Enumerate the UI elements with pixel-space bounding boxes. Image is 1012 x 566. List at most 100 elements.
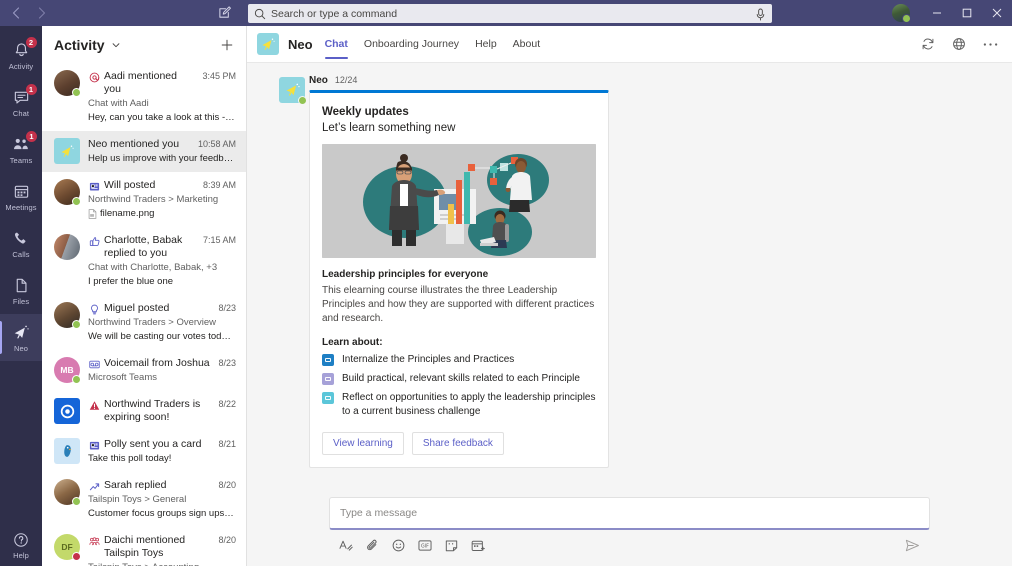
app-title: Neo (288, 36, 313, 52)
rail-label: Teams (9, 155, 33, 165)
list-item[interactable]: Will posted 8:39 AM Northwind Traders > … (42, 172, 246, 227)
rail-item-teams[interactable]: 1 Teams (0, 126, 42, 173)
mention-at-icon (88, 71, 100, 83)
rail-item-chat[interactable]: 1 Chat (0, 79, 42, 126)
course-module-icon (322, 354, 334, 366)
rail-item-meetings[interactable]: Meetings (0, 173, 42, 220)
schedule-meeting-icon[interactable] (471, 539, 485, 552)
rail-item-files[interactable]: Files (0, 267, 42, 314)
adaptive-card: Weekly updates Let’s learn something new (309, 90, 609, 468)
avatar[interactable] (892, 4, 911, 23)
chevron-down-icon[interactable] (111, 40, 121, 50)
list-item[interactable]: Northwind Traders is expiring soon! 8/22 (42, 391, 246, 431)
avatar (54, 398, 80, 424)
message-meta: Neo 12/24 (309, 75, 609, 86)
card-heading: Weekly updates (322, 106, 409, 118)
list-item-time: 8/20 (218, 480, 236, 490)
window-body: 2 Activity 1 Chat 1 Teams Meetings Calls… (0, 26, 1012, 566)
help-circle-icon (13, 530, 29, 549)
microphone-icon[interactable] (755, 8, 766, 20)
list-item[interactable]: Miguel posted 8/23 Northwind Traders > O… (42, 295, 246, 350)
presence-indicator (72, 88, 81, 97)
more-options-icon[interactable] (983, 42, 998, 47)
list-item-subtitle: Chat with Aadi (88, 98, 149, 109)
avatar-initials-text: MB (60, 365, 74, 375)
list-item-subtitle: Northwind Traders > Overview (88, 317, 217, 328)
like-thumb-icon (88, 235, 100, 247)
emoji-icon[interactable] (392, 539, 405, 552)
bullet-text: Reflect on opportunities to apply the le… (342, 392, 596, 417)
compose-pencil-icon[interactable] (218, 5, 234, 21)
tab-onboarding-journey[interactable]: Onboarding Journey (364, 26, 459, 63)
list-item-time: 8/23 (218, 358, 236, 368)
presence-indicator (72, 497, 81, 506)
list-item[interactable]: DF Daichi mentioned Tailspin Toys 8/20 T… (42, 527, 246, 566)
minimize-icon[interactable] (922, 0, 952, 26)
bell-icon: 2 (13, 36, 37, 60)
list-item-title: Daichi mentioned Tailspin Toys (104, 534, 186, 559)
rail-label: Chat (12, 108, 30, 118)
navigation-arrows (8, 5, 50, 21)
list-item[interactable]: MB Voicemail from Joshua 8/23 Microsoft … (42, 350, 246, 391)
app-tabs: Chat Onboarding Journey Help About (324, 26, 540, 63)
search-input[interactable]: Search or type a command (248, 4, 772, 23)
badge-count: 1 (25, 83, 37, 95)
file-icon (13, 276, 30, 295)
list-item-time: 8/23 (218, 303, 236, 313)
card-hero-image (322, 144, 596, 258)
send-icon[interactable] (905, 539, 920, 552)
list-item[interactable]: Charlotte, Babak replied to you 7:15 AM … (42, 227, 246, 295)
bullet-text: Build practical, relevant skills related… (342, 373, 580, 384)
tab-help[interactable]: Help (475, 26, 497, 63)
attach-paperclip-icon[interactable] (366, 539, 379, 552)
globe-icon[interactable] (952, 37, 966, 51)
rail-item-neo[interactable]: Neo (0, 314, 42, 361)
sticker-icon[interactable] (445, 539, 458, 552)
format-text-icon[interactable] (339, 539, 353, 552)
presence-indicator (72, 375, 81, 384)
list-item-time: 8/20 (218, 535, 236, 545)
list-item-preview: Help us improve with your feedback (88, 153, 236, 164)
list-item-title: Northwind Traders is expiring soon! (104, 398, 201, 423)
rail-item-help[interactable]: Help (0, 530, 42, 560)
list-item[interactable]: Polly sent you a card 8/21 Take this pol… (42, 431, 246, 472)
message: Neo 12/24 Weekly updates Let’s learn som… (247, 75, 1012, 468)
card-subheading: Let’s learn something new (322, 122, 456, 134)
card-actions: View learning Share feedback (322, 432, 596, 455)
refresh-icon[interactable] (921, 37, 935, 51)
plus-icon[interactable] (220, 38, 234, 52)
rail-label: Meetings (5, 202, 37, 212)
close-icon[interactable] (982, 0, 1012, 26)
list-item-subtitle: Chat with Charlotte, Babak, +3 (88, 262, 218, 273)
view-learning-button[interactable]: View learning (322, 432, 404, 455)
compose-toolbar: GIF (329, 534, 930, 556)
calendar-icon (13, 182, 30, 201)
rail-label: Calls (12, 249, 30, 259)
badge-count: 1 (26, 130, 37, 142)
gif-icon[interactable]: GIF (418, 539, 432, 552)
message-input[interactable]: Type a message (330, 498, 929, 528)
compose-box: Type a message (329, 497, 930, 530)
svg-text:GIF: GIF (421, 543, 429, 549)
list-item[interactable]: Sarah replied 8/20 Tailspin Toys > Gener… (42, 472, 246, 527)
list-item[interactable]: Aadi mentioned you 3:45 PM Chat with Aad… (42, 63, 246, 131)
message-avatar (279, 77, 307, 105)
list-item-selected[interactable]: Neo mentioned you 10:58 AM Help us impro… (42, 131, 246, 172)
avatar (54, 438, 80, 464)
back-icon[interactable] (8, 5, 24, 21)
rail-item-activity[interactable]: 2 Activity (0, 32, 42, 79)
maximize-icon[interactable] (952, 0, 982, 26)
list-item-title: Miguel posted (104, 302, 170, 314)
list-item-title: Neo mentioned you (88, 138, 180, 150)
share-feedback-button[interactable]: Share feedback (411, 432, 504, 455)
message-column: Neo 12/24 Weekly updates Let’s learn som… (309, 75, 609, 468)
avatar (54, 179, 81, 206)
page-title: Activity (54, 36, 105, 53)
conversation-area: Neo 12/24 Weekly updates Let’s learn som… (247, 63, 1012, 497)
tab-chat[interactable]: Chat (324, 26, 349, 63)
voicemail-icon (88, 358, 100, 370)
rail-item-calls[interactable]: Calls (0, 220, 42, 267)
post-icon (88, 180, 100, 192)
forward-icon[interactable] (34, 5, 50, 21)
tab-about[interactable]: About (513, 26, 540, 63)
